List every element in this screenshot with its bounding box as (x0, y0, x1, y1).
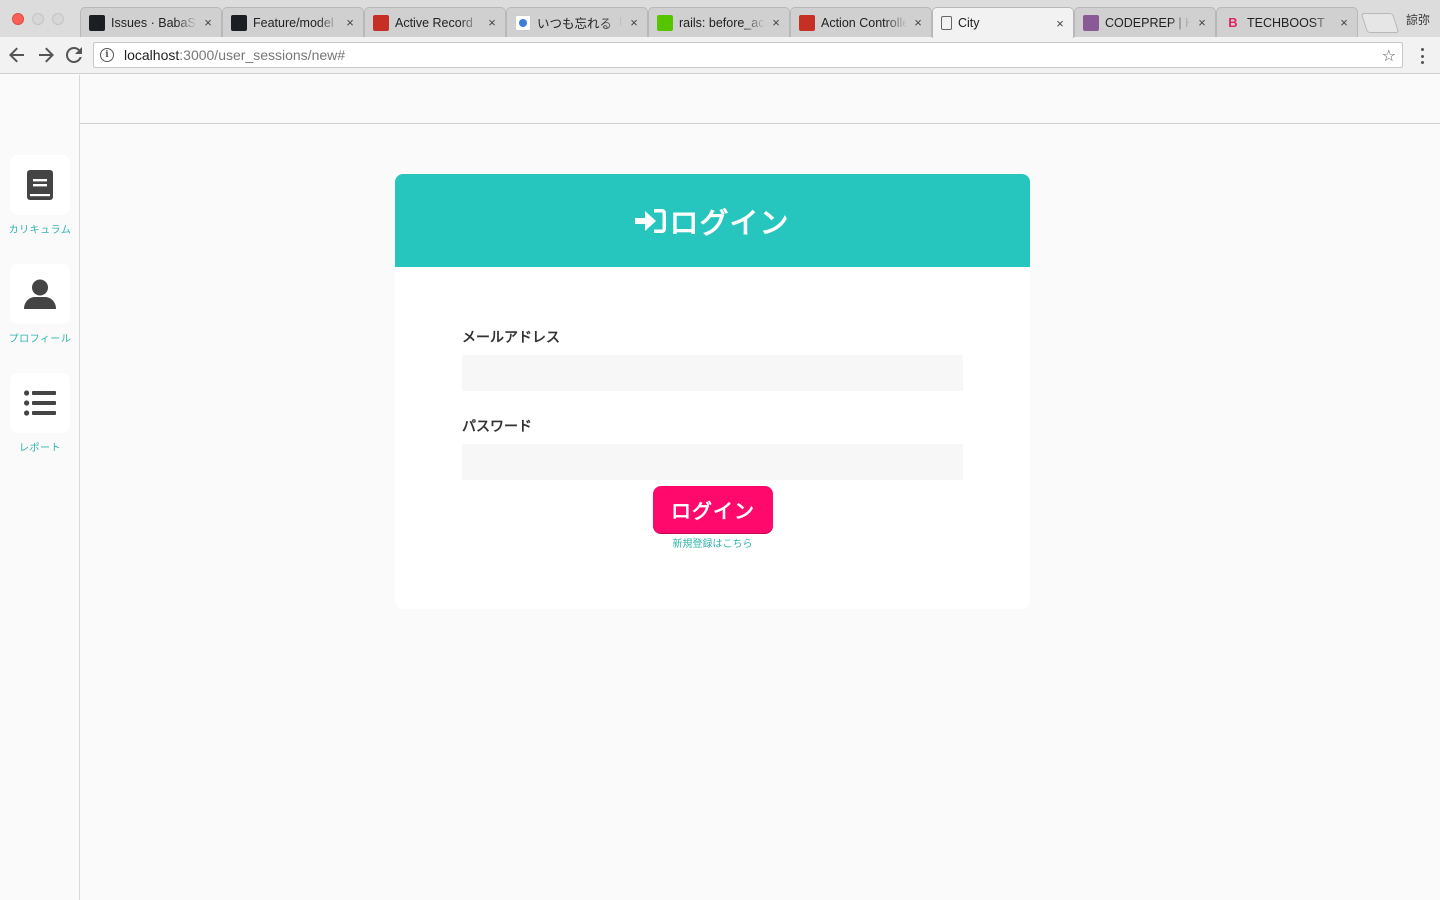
minimize-window-button[interactable] (32, 13, 44, 25)
info-icon[interactable]: i (100, 48, 114, 62)
qiita-icon (657, 14, 673, 31)
close-tab-icon[interactable]: × (1195, 15, 1209, 30)
reload-icon (66, 47, 82, 63)
login-form: メールアドレス パスワード (462, 327, 963, 480)
zoom-window-button[interactable] (52, 13, 64, 25)
close-tab-icon[interactable]: × (769, 15, 783, 30)
email-field[interactable] (462, 355, 963, 391)
login-card-header: ログイン (395, 174, 1030, 267)
list-icon (24, 390, 56, 416)
top-bar (80, 75, 1440, 124)
rails-icon (799, 14, 815, 31)
sign-in-icon (635, 208, 667, 233)
close-tab-icon[interactable]: × (627, 15, 641, 30)
new-tab-button[interactable] (1360, 13, 1400, 33)
browser-tab[interactable]: rails: before_ac × (648, 7, 790, 37)
sidebar-item-curriculum[interactable]: カリキュラム (0, 155, 80, 236)
login-button[interactable]: ログイン (653, 486, 773, 533)
close-window-button[interactable] (12, 13, 24, 25)
email-label: メールアドレス (462, 330, 560, 346)
browser-tab[interactable]: Feature/model × (222, 7, 364, 37)
browser-tab[interactable]: いつも忘れる「R × (506, 7, 648, 37)
tab-title: いつも忘れる「R (537, 17, 623, 31)
sidebar-icon-box (10, 155, 70, 215)
sidebar-item-label: レポート (19, 443, 61, 454)
password-label: パスワード (462, 419, 532, 435)
sidebar: カリキュラム プロフィール レポート (0, 75, 80, 900)
login-card: ログイン メールアドレス パスワード ログイン 新規登録はこちら (395, 174, 1030, 609)
browser-profile-name[interactable]: 諒弥 (1406, 11, 1430, 28)
tab-title: Active Record (395, 15, 473, 30)
browser-tab[interactable]: Action Controlle × (790, 7, 932, 37)
back-button[interactable] (5, 43, 29, 67)
sidebar-item-report[interactable]: レポート (0, 373, 80, 454)
password-field-group: パスワード (462, 416, 963, 480)
tab-title: rails: before_ac (679, 15, 765, 30)
browser-tab-active[interactable]: City × (932, 7, 1074, 38)
forward-button[interactable] (34, 43, 58, 67)
tab-title: TECHBOOST (1247, 15, 1325, 30)
tab-title: City (958, 16, 980, 30)
sidebar-icon-box (10, 373, 70, 433)
close-tab-icon[interactable]: × (485, 15, 499, 30)
browser-menu-icon[interactable] (1414, 46, 1430, 66)
sidebar-item-label: カリキュラム (8, 225, 72, 236)
techboost-icon: B (1228, 15, 1238, 30)
search-icon (515, 14, 531, 31)
password-field[interactable] (462, 444, 963, 480)
github-icon (231, 14, 247, 31)
rails-icon (373, 14, 389, 31)
github-icon (89, 14, 105, 31)
book-icon (27, 170, 53, 200)
browser-tab[interactable]: Issues · BabaSh × (80, 7, 222, 37)
email-field-group: メールアドレス (462, 327, 963, 391)
browser-tab[interactable]: CODEPREP | HT × (1074, 7, 1216, 37)
tab-title: Feature/model (253, 15, 334, 30)
close-tab-icon[interactable]: × (1053, 16, 1067, 31)
user-icon (24, 279, 56, 309)
tab-title: Action Controlle (821, 15, 907, 30)
arrow-left-icon (9, 47, 24, 63)
sidebar-item-profile[interactable]: プロフィール (0, 264, 80, 345)
tab-title: CODEPREP | HT (1105, 15, 1191, 30)
login-title: ログイン (669, 205, 790, 240)
close-tab-icon[interactable]: × (911, 15, 925, 30)
sidebar-item-label: プロフィール (8, 334, 72, 345)
document-icon (941, 16, 952, 30)
browser-tab[interactable]: Active Record × (364, 7, 506, 37)
browser-toolbar: i localhost:3000/user_sessions/new# ☆ (0, 37, 1440, 74)
close-tab-icon[interactable]: × (343, 15, 357, 30)
close-tab-icon[interactable]: × (201, 15, 215, 30)
address-bar[interactable]: i localhost:3000/user_sessions/new# ☆ (93, 42, 1403, 68)
close-tab-icon[interactable]: × (1337, 15, 1351, 30)
browser-tab-strip: Issues · BabaSh × Feature/model × Active… (0, 0, 1440, 38)
reload-button[interactable] (62, 43, 86, 67)
arrow-right-icon (39, 47, 54, 63)
signup-link[interactable]: 新規登録はこちら (395, 535, 1030, 550)
page: カリキュラム プロフィール レポート ログイン メールアドレス パスワード ログ… (0, 75, 1440, 900)
sidebar-icon-box (10, 264, 70, 324)
codeprep-icon (1083, 14, 1099, 31)
tab-title: Issues · BabaSh (111, 15, 197, 30)
bookmark-star-icon[interactable]: ☆ (1382, 46, 1396, 65)
url-text[interactable]: localhost:3000/user_sessions/new# (124, 47, 345, 63)
browser-tab[interactable]: B TECHBOOST × (1216, 7, 1358, 37)
